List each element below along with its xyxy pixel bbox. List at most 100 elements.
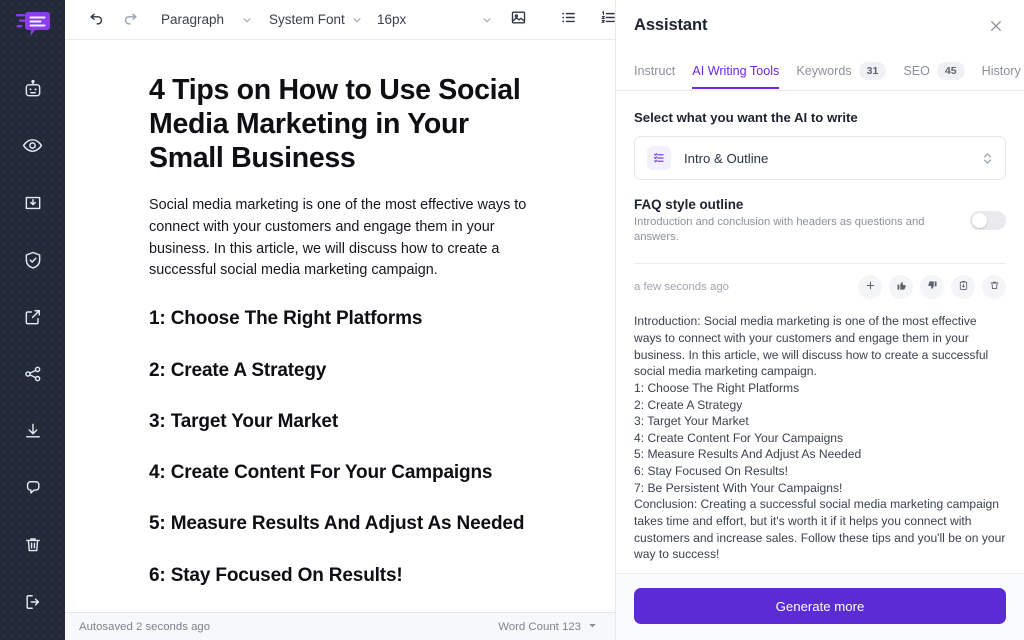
document-heading-2: 2: Create A Strategy (149, 360, 543, 383)
write-type-select[interactable]: Intro & Outline (634, 136, 1006, 180)
document-title: 4 Tips on How to Use Social Media Market… (149, 74, 543, 176)
section-label: Select what you want the AI to write (634, 110, 1006, 125)
sidebar-item-open[interactable] (0, 288, 65, 345)
result-timestamp: a few seconds ago (634, 281, 729, 293)
word-count-label: Word Count 123 (498, 621, 581, 633)
sidebar-nav (0, 60, 65, 630)
tab-instruct-label: Instruct (634, 64, 675, 78)
trash-icon (23, 535, 43, 555)
write-type-value: Intro & Outline (684, 151, 768, 166)
faq-description: Introduction and conclusion with headers… (634, 215, 944, 245)
thumbs-up-icon (896, 278, 907, 296)
delete-result-button[interactable] (982, 275, 1006, 299)
word-count-menu[interactable]: Word Count 123 (498, 621, 597, 633)
assistant-title: Assistant (634, 16, 707, 35)
generate-more-button[interactable]: Generate more (634, 588, 1006, 624)
eye-icon (22, 135, 43, 156)
redo-icon (122, 9, 139, 31)
tab-keywords-label: Keywords (796, 64, 851, 78)
tab-instruct[interactable]: Instruct (634, 58, 675, 89)
editor-toolbar: Paragraph System Font 16px (65, 0, 615, 40)
block-style-select[interactable]: Paragraph (147, 3, 255, 37)
sidebar-item-share[interactable] (0, 345, 65, 402)
plus-icon (865, 278, 876, 296)
tab-keywords[interactable]: Keywords 31 (796, 56, 886, 91)
tab-ai-writing-tools[interactable]: AI Writing Tools (692, 58, 779, 89)
undo-icon (88, 9, 105, 31)
app-root: Paragraph System Font 16px (0, 0, 1024, 640)
document-heading-1: 1: Choose The Right Platforms (149, 308, 543, 331)
dislike-button[interactable] (920, 275, 944, 299)
document-heading-4: 4: Create Content For Your Campaigns (149, 462, 543, 485)
document-canvas[interactable]: 4 Tips on How to Use Social Media Market… (65, 40, 615, 640)
writer-options-section: Select what you want the AI to write Int… (616, 91, 1024, 264)
tab-keywords-badge: 31 (859, 62, 887, 80)
font-family-select[interactable]: System Font (255, 3, 363, 37)
generated-result-text: Introduction: Social media marketing is … (616, 299, 1024, 562)
tab-seo[interactable]: SEO 45 (903, 56, 964, 91)
left-sidebar (0, 0, 65, 640)
tab-history-label: History (982, 64, 1021, 78)
faq-title: FAQ style outline (634, 197, 944, 212)
editor-area: Paragraph System Font 16px (65, 0, 615, 640)
logout-icon (23, 592, 43, 612)
font-size-value: 16px (377, 12, 406, 27)
app-logo[interactable] (0, 0, 65, 48)
result-actions (858, 275, 1006, 299)
chevron-updown-icon (982, 151, 993, 166)
sidebar-item-preview[interactable] (0, 117, 65, 174)
robot-icon (23, 79, 43, 99)
document-heading-3: 3: Target Your Market (149, 411, 543, 434)
copy-button[interactable] (951, 275, 975, 299)
shield-check-icon (23, 250, 43, 270)
share-icon (23, 364, 43, 384)
document-body[interactable]: 4 Tips on How to Use Social Media Market… (65, 40, 615, 640)
sidebar-item-robot[interactable] (0, 60, 65, 117)
tab-seo-badge: 45 (937, 62, 965, 80)
result-header: a few seconds ago (616, 264, 1024, 299)
assistant-header: Assistant (616, 0, 1024, 41)
document-heading-5: 5: Measure Results And Adjust As Needed (149, 513, 543, 536)
like-button[interactable] (889, 275, 913, 299)
bullet-list-icon (560, 9, 577, 31)
tab-seo-label: SEO (903, 64, 930, 78)
sidebar-item-delete[interactable] (0, 516, 65, 573)
download-icon (23, 421, 43, 441)
close-icon[interactable] (986, 16, 1006, 41)
document-heading-6: 6: Stay Focused On Results! (149, 565, 543, 588)
image-icon (510, 9, 527, 31)
sidebar-item-download[interactable] (0, 402, 65, 459)
insert-button[interactable] (858, 275, 882, 299)
insert-image-button[interactable] (501, 3, 535, 37)
font-size-select[interactable]: 16px (363, 3, 495, 37)
assistant-tabs: Instruct AI Writing Tools Keywords 31 SE… (616, 55, 1024, 91)
chevron-down-icon (241, 14, 255, 26)
sidebar-item-exit[interactable] (0, 573, 65, 630)
thumbs-down-icon (927, 278, 938, 296)
numbered-list-icon (600, 9, 616, 31)
redo-button[interactable] (113, 3, 147, 37)
list-icon (647, 146, 671, 170)
numbered-list-button[interactable] (591, 3, 615, 37)
undo-button[interactable] (79, 3, 113, 37)
chevron-down-icon (481, 14, 495, 26)
sidebar-item-plagiarism[interactable] (0, 231, 65, 288)
block-style-value: Paragraph (161, 12, 224, 27)
sidebar-item-comments[interactable] (0, 459, 65, 516)
faq-style-toggle[interactable] (970, 211, 1006, 230)
chat-bubbles-icon (23, 478, 43, 498)
document-intro-paragraph: Social media marketing is one of the mos… (149, 195, 543, 283)
trash-icon (989, 278, 1000, 296)
faq-option-row: FAQ style outline Introduction and concl… (634, 197, 1006, 245)
sidebar-item-save[interactable] (0, 174, 65, 231)
bullet-list-button[interactable] (551, 3, 585, 37)
tab-history[interactable]: History (982, 58, 1021, 89)
font-family-value: System Font (269, 12, 345, 27)
tab-ai-writing-tools-label: AI Writing Tools (692, 64, 779, 78)
assistant-footer: Generate more (616, 573, 1024, 640)
external-link-icon (23, 307, 43, 327)
autosave-status: Autosaved 2 seconds ago (79, 621, 210, 633)
status-bar: Autosaved 2 seconds ago Word Count 123 (65, 612, 615, 640)
assistant-panel: Assistant Instruct AI Writing Tools Keyw… (615, 0, 1024, 640)
faq-option-text: FAQ style outline Introduction and concl… (634, 197, 944, 245)
